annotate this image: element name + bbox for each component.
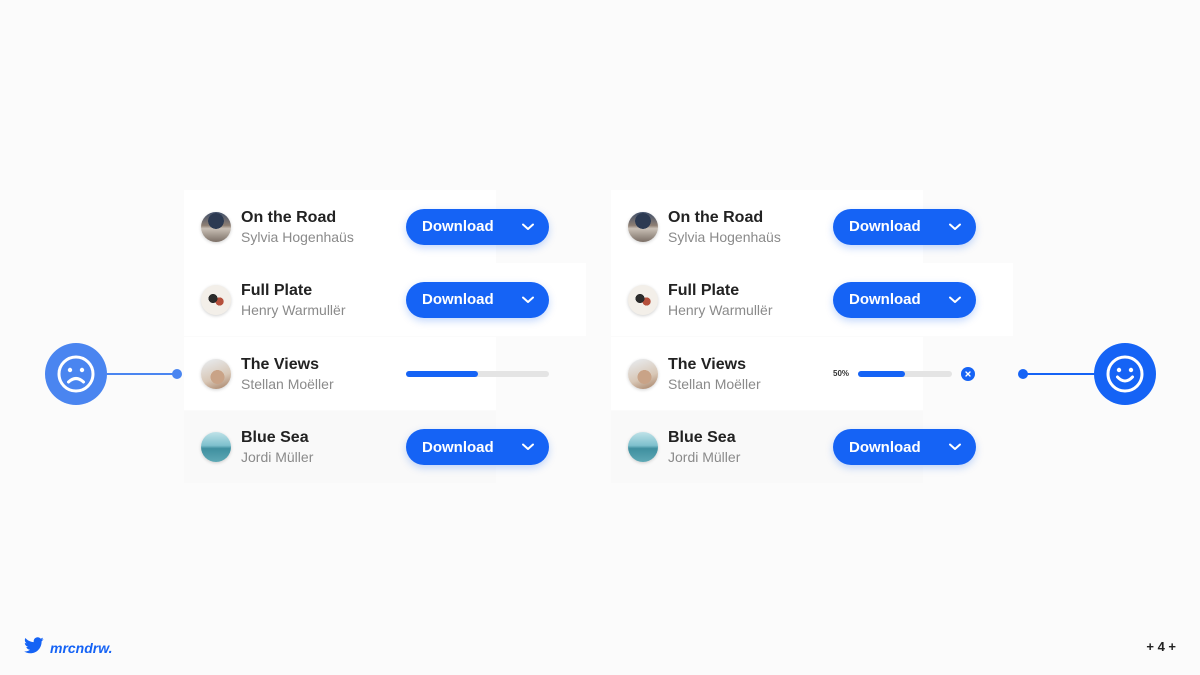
- item-title: Blue Sea: [668, 429, 736, 446]
- happy-face-icon: [1094, 343, 1156, 405]
- cancel-download-button[interactable]: [961, 366, 975, 381]
- progress-track: [858, 370, 952, 377]
- item-title: On the Road: [668, 208, 764, 226]
- download-button-label: Download: [849, 438, 921, 456]
- download-button[interactable]: Download: [406, 281, 549, 318]
- download-progress: [406, 369, 549, 379]
- download-button[interactable]: Download: [406, 208, 549, 245]
- item-title: Blue Sea: [241, 429, 309, 446]
- footer-brand[interactable]: mrcndrw.: [24, 637, 113, 659]
- page-number: + 4 +: [1146, 639, 1176, 654]
- album-thumbnail: [201, 432, 231, 462]
- item-title: On the Road: [241, 208, 337, 226]
- sad-face-icon: [45, 343, 107, 405]
- progress-percent-label: 50%: [833, 368, 850, 378]
- album-thumbnail: [201, 211, 231, 242]
- download-button-label: Download: [849, 291, 921, 308]
- list-item: The Views Stellan Moëller: [184, 337, 549, 410]
- chevron-down-icon[interactable]: [948, 440, 962, 454]
- item-artist: Henry Warmullër: [668, 301, 773, 318]
- download-button[interactable]: Download: [833, 281, 976, 318]
- album-thumbnail: [628, 358, 658, 389]
- chevron-down-icon[interactable]: [521, 293, 535, 307]
- list-item: Blue Sea Jordi Müller Download: [184, 411, 549, 483]
- download-progress: 50%: [833, 366, 976, 381]
- download-button-label: Download: [422, 291, 494, 308]
- list-item: Full Plate Henry Warmullër Download: [611, 263, 1013, 336]
- before-connector-line: [107, 373, 177, 375]
- album-thumbnail: [201, 284, 231, 315]
- item-artist: Jordi Müller: [668, 449, 741, 465]
- download-button[interactable]: Download: [833, 208, 976, 245]
- album-thumbnail: [201, 358, 231, 389]
- progress-fill: [858, 370, 905, 377]
- item-title: The Views: [241, 355, 319, 373]
- list-item: Full Plate Henry Warmullër Download: [184, 263, 586, 336]
- item-artist: Sylvia Hogenhaüs: [668, 228, 781, 245]
- item-title: Full Plate: [241, 281, 313, 299]
- download-button-label: Download: [849, 218, 921, 235]
- list-item: On the Road Sylvia Hogenhaüs Download: [184, 190, 549, 263]
- download-button[interactable]: Download: [833, 429, 976, 465]
- item-artist: Sylvia Hogenhaüs: [241, 228, 354, 245]
- chevron-down-icon[interactable]: [948, 220, 962, 234]
- twitter-bird-icon: [24, 637, 44, 659]
- item-artist: Jordi Müller: [241, 449, 314, 465]
- twitter-handle[interactable]: mrcndrw.: [50, 640, 113, 656]
- album-thumbnail: [628, 432, 658, 462]
- chevron-down-icon[interactable]: [521, 440, 535, 454]
- download-button-label: Download: [422, 218, 494, 235]
- album-thumbnail: [628, 211, 658, 242]
- item-artist: Stellan Moëller: [241, 375, 334, 392]
- list-item: Blue Sea Jordi Müller Download: [611, 411, 976, 483]
- chevron-down-icon[interactable]: [521, 220, 535, 234]
- item-title: The Views: [668, 355, 746, 373]
- download-button[interactable]: Download: [406, 429, 549, 465]
- progress-track: [406, 370, 549, 377]
- item-title: Full Plate: [668, 281, 740, 299]
- after-connector-line: [1023, 373, 1095, 375]
- download-button-label: Download: [422, 438, 494, 456]
- item-artist: Stellan Moëller: [668, 375, 761, 392]
- progress-fill: [406, 370, 478, 377]
- list-item: On the Road Sylvia Hogenhaüs Download: [611, 190, 976, 263]
- list-item: The Views Stellan Moëller 50%: [611, 337, 975, 410]
- close-icon: [965, 370, 971, 377]
- before-connector-dot: [172, 369, 182, 379]
- item-artist: Henry Warmullër: [241, 301, 346, 318]
- chevron-down-icon[interactable]: [948, 293, 962, 307]
- album-thumbnail: [628, 284, 658, 315]
